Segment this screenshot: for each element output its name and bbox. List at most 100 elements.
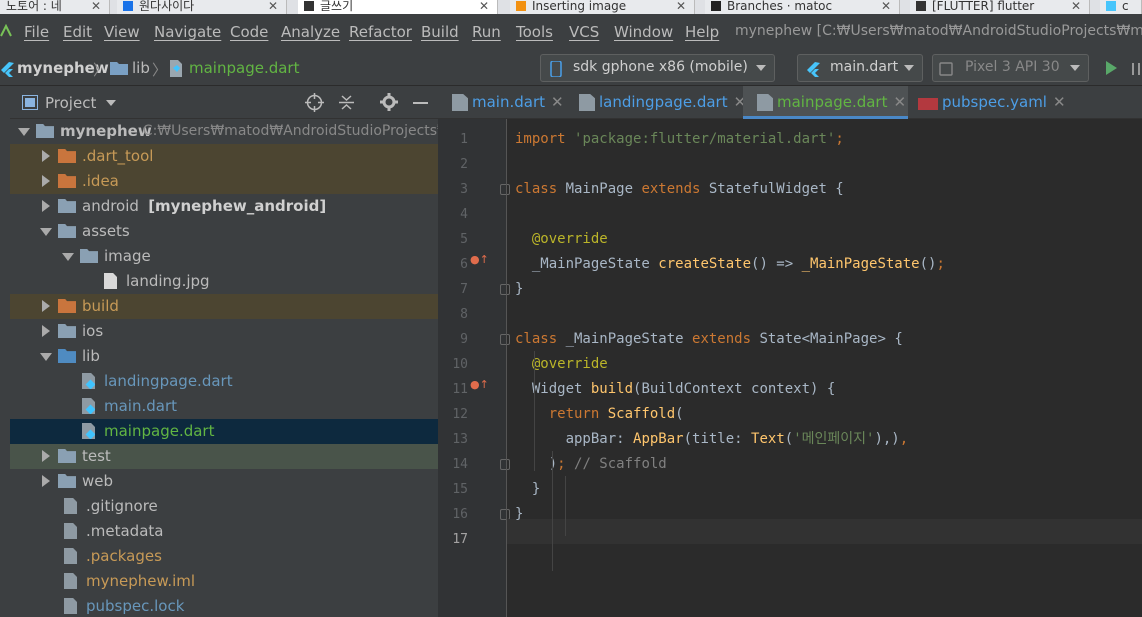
close-icon[interactable]: ✕ bbox=[268, 0, 278, 12]
chevron-down-icon[interactable] bbox=[106, 100, 116, 106]
tree-row[interactable]: assets bbox=[10, 219, 438, 244]
browser-tab-label: c bbox=[1122, 0, 1129, 13]
override-marker-icon[interactable]: ●↑ bbox=[470, 253, 489, 266]
run-config-selector[interactable]: main.dart bbox=[797, 54, 923, 82]
tree-row[interactable]: lib bbox=[10, 344, 438, 369]
avd-selector[interactable]: Pixel 3 API 30 bbox=[932, 54, 1089, 82]
breadcrumb-file[interactable]: mainpage.dart bbox=[189, 59, 299, 77]
folder-icon bbox=[58, 174, 76, 188]
menu-run[interactable]: Run bbox=[472, 23, 501, 41]
fold-marker-icon[interactable] bbox=[500, 459, 510, 470]
tree-row[interactable]: .packages bbox=[10, 544, 438, 569]
expand-arrow-icon[interactable] bbox=[40, 353, 52, 361]
expand-arrow-icon[interactable] bbox=[62, 253, 74, 261]
menu-build[interactable]: Build bbox=[421, 23, 459, 41]
tab-pubspec-yaml[interactable]: pubspec.yaml ✕ bbox=[908, 86, 1066, 119]
menu-window[interactable]: Window bbox=[614, 23, 673, 41]
menu-analyze[interactable]: Analyze bbox=[281, 23, 340, 41]
tab-landingpage-dart[interactable]: landingpage.dart ✕ bbox=[565, 86, 746, 119]
collapse-arrow-icon[interactable] bbox=[42, 300, 50, 312]
device-selector[interactable]: sdk gphone x86 (mobile) bbox=[540, 54, 775, 82]
fold-marker-icon[interactable] bbox=[500, 284, 510, 295]
tree-row[interactable]: test bbox=[10, 444, 438, 469]
run-icon[interactable] bbox=[1104, 60, 1118, 76]
tab-main-dart[interactable]: main.dart ✕ bbox=[438, 86, 565, 119]
tree-row[interactable]: ios bbox=[10, 319, 438, 344]
collapse-arrow-icon[interactable] bbox=[42, 450, 50, 462]
locate-file-icon[interactable] bbox=[305, 93, 324, 112]
tab-mainpage-dart[interactable]: mainpage.dart ✕ bbox=[743, 86, 908, 119]
line-number: 15 bbox=[452, 482, 468, 497]
tree-row[interactable]: main.dart bbox=[10, 394, 438, 419]
flutter-icon bbox=[807, 62, 820, 77]
fold-marker-icon[interactable] bbox=[500, 184, 510, 195]
collapse-arrow-icon[interactable] bbox=[42, 175, 50, 187]
gear-icon[interactable] bbox=[380, 93, 398, 111]
collapse-arrow-icon[interactable] bbox=[42, 200, 50, 212]
tree-item-label: .packages bbox=[86, 547, 162, 565]
close-icon[interactable]: ✕ bbox=[676, 0, 686, 12]
collapse-arrow-icon[interactable] bbox=[42, 150, 50, 162]
tree-row[interactable]: .gitignore bbox=[10, 494, 438, 519]
menu-vcs[interactable]: VCS bbox=[569, 23, 599, 41]
line-number: 7 bbox=[460, 282, 468, 297]
collapse-arrow-icon[interactable] bbox=[42, 325, 50, 337]
browser-tab[interactable]: Branches · matoc ✕ bbox=[705, 0, 900, 14]
close-icon[interactable]: ✕ bbox=[479, 0, 489, 12]
tree-row[interactable]: .metadata bbox=[10, 519, 438, 544]
tree-row[interactable]: web bbox=[10, 469, 438, 494]
fold-marker-icon[interactable] bbox=[500, 334, 510, 345]
browser-tab-label: Inserting image bbox=[532, 0, 627, 13]
tree-row[interactable]: android [mynephew_android] bbox=[10, 194, 438, 219]
browser-tab[interactable]: 노토어 : 네 ✕ bbox=[0, 0, 110, 14]
project-panel-title[interactable]: Project bbox=[45, 94, 96, 112]
collapse-arrow-icon[interactable] bbox=[42, 475, 50, 487]
close-icon[interactable]: ✕ bbox=[551, 93, 564, 111]
close-icon[interactable]: ✕ bbox=[1071, 0, 1081, 12]
collapse-all-icon[interactable] bbox=[338, 93, 355, 112]
tree-row[interactable]: mainpage.dart bbox=[10, 419, 438, 444]
menu-file[interactable]: File bbox=[24, 23, 49, 41]
tree-row[interactable]: pubspec.lock bbox=[10, 594, 438, 617]
code-token: ; bbox=[936, 256, 945, 272]
more-toolbar-icon[interactable] bbox=[1132, 63, 1140, 75]
close-icon[interactable]: ✕ bbox=[91, 0, 101, 12]
menu-help[interactable]: Help bbox=[685, 23, 719, 41]
browser-tab[interactable]: 글쓰기 ✕ bbox=[298, 0, 498, 14]
tree-row[interactable]: build bbox=[10, 294, 438, 319]
tree-row[interactable]: mynephew C:₩Users₩matod₩AndroidStudioProj… bbox=[10, 119, 438, 144]
device-icon bbox=[939, 62, 953, 76]
close-icon[interactable]: ✕ bbox=[881, 0, 891, 12]
tree-row[interactable]: mynephew.iml bbox=[10, 569, 438, 594]
browser-tab[interactable]: Inserting image ✕ bbox=[510, 0, 695, 14]
tree-row[interactable]: landing.jpg bbox=[10, 269, 438, 294]
tree-row[interactable]: .idea bbox=[10, 169, 438, 194]
hide-panel-icon[interactable] bbox=[413, 102, 428, 104]
project-panel-header: Project bbox=[10, 86, 438, 119]
override-marker-icon[interactable]: ●↑ bbox=[470, 378, 489, 391]
tree-row[interactable]: landingpage.dart bbox=[10, 369, 438, 394]
chevron-down-icon bbox=[904, 65, 914, 71]
tree-item-label: .dart_tool bbox=[82, 147, 154, 165]
breadcrumb-lib[interactable]: lib bbox=[132, 59, 150, 77]
tree-row[interactable]: image bbox=[10, 244, 438, 269]
close-icon[interactable]: ✕ bbox=[893, 93, 906, 111]
code-token: build bbox=[590, 381, 634, 397]
expand-arrow-icon[interactable] bbox=[18, 128, 30, 136]
menu-tools[interactable]: Tools bbox=[516, 23, 553, 41]
menu-view[interactable]: View bbox=[104, 23, 140, 41]
menu-edit[interactable]: Edit bbox=[63, 23, 92, 41]
browser-tab[interactable]: [FLUTTER] flutter ✕ bbox=[910, 0, 1090, 14]
menu-code[interactable]: Code bbox=[230, 23, 268, 41]
tree-row[interactable]: .dart_tool bbox=[10, 144, 438, 169]
browser-tab-label: Branches · matoc bbox=[727, 0, 833, 13]
close-icon[interactable]: ✕ bbox=[1053, 93, 1066, 111]
code-token: return bbox=[515, 406, 608, 422]
code-token: State<MainPage> { bbox=[759, 331, 903, 347]
expand-arrow-icon[interactable] bbox=[40, 228, 52, 236]
code-token: ( bbox=[784, 431, 794, 447]
browser-tab[interactable]: 원다사이다 ✕ bbox=[117, 0, 287, 14]
menu-navigate[interactable]: Navigate bbox=[154, 23, 221, 41]
browser-tab[interactable]: c bbox=[1100, 0, 1142, 14]
menu-refactor[interactable]: Refactor bbox=[349, 23, 412, 41]
